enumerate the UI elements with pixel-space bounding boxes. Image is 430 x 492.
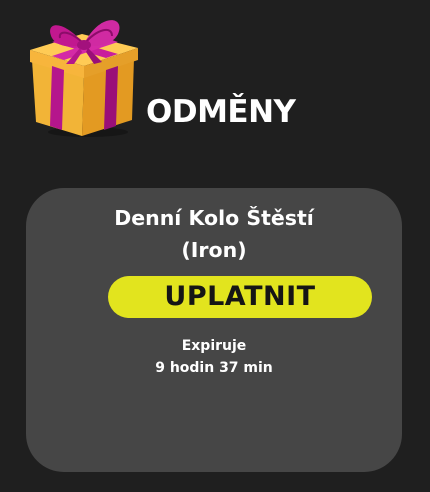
expiry-info: Expiruje 9 hodin 37 min (26, 335, 402, 379)
expiry-value: 9 hodin 37 min (155, 360, 273, 376)
reward-title-line2: (Iron) (181, 238, 247, 262)
page-title: ODMĚNY (146, 94, 296, 130)
redeem-button[interactable]: UPLATNIT (108, 276, 372, 318)
reward-title-line1: Denní Kolo Štěstí (114, 206, 314, 230)
reward-card: Denní Kolo Štěstí (Iron) UPLATNIT Expiru… (26, 188, 402, 472)
expiry-label: Expiruje (181, 338, 247, 354)
reward-title: Denní Kolo Štěstí (Iron) (26, 202, 402, 266)
header: ODMĚNY (0, 0, 430, 150)
gift-icon (30, 20, 138, 137)
